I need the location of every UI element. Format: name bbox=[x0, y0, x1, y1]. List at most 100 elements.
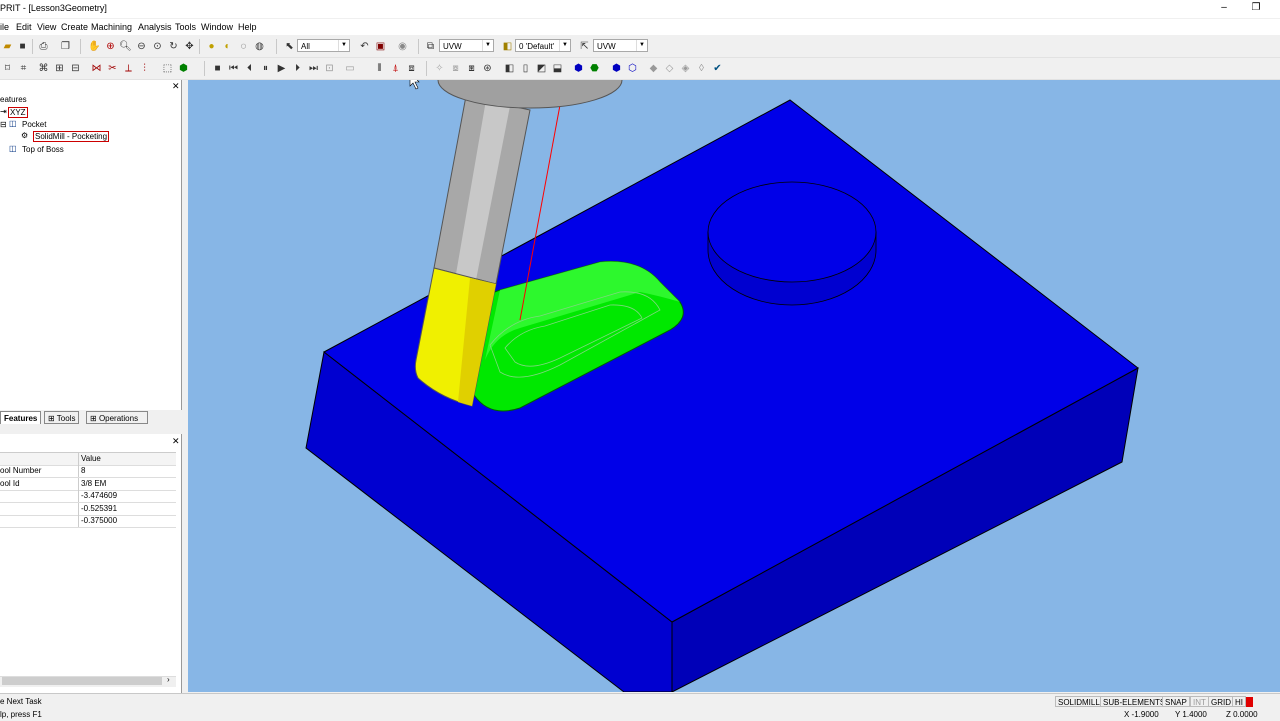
stop-icon[interactable]: ■ bbox=[210, 61, 225, 76]
surface-edit-icon[interactable]: ◇ bbox=[662, 61, 677, 76]
zoom-out-icon[interactable]: ⊖ bbox=[134, 39, 149, 54]
compare-icon[interactable]: ⧇ bbox=[448, 61, 463, 76]
menu-window[interactable]: Window bbox=[201, 22, 233, 32]
menu-view[interactable]: View bbox=[37, 22, 56, 32]
tab-tools[interactable]: ⊞ Tools bbox=[44, 411, 80, 424]
layer-select[interactable]: 0 'Default' ▼ bbox=[515, 39, 571, 52]
fast-forward-icon[interactable]: ⏭ bbox=[306, 61, 321, 76]
status-pane-int[interactable]: INT bbox=[1190, 696, 1209, 707]
menu-file[interactable]: ile bbox=[0, 22, 9, 32]
coordinate-system-select[interactable]: UVW ▼ bbox=[593, 39, 648, 52]
surface-extend-icon[interactable]: ◊ bbox=[694, 61, 709, 76]
collision-icon[interactable]: ⊛ bbox=[480, 61, 495, 76]
intersect-icon[interactable]: ⋈ bbox=[89, 61, 104, 76]
move-icon[interactable]: ✥ bbox=[182, 39, 197, 54]
tree-item-pocket[interactable]: Pocket bbox=[22, 120, 46, 129]
table-row[interactable]: -0.375000 bbox=[0, 515, 176, 528]
step-forward-icon[interactable]: ⏵ bbox=[290, 61, 305, 76]
step-back-icon[interactable]: ⏴ bbox=[242, 61, 257, 76]
extend-icon[interactable]: ⟂ bbox=[121, 61, 136, 76]
solid-union-icon[interactable]: ⬢ bbox=[609, 61, 624, 76]
selection-filter-select[interactable]: All ▼ bbox=[297, 39, 350, 52]
tree-item-boss[interactable]: Top of Boss bbox=[22, 145, 64, 154]
surface-icon[interactable]: ◆ bbox=[646, 61, 661, 76]
gouge-icon[interactable]: ⧆ bbox=[464, 61, 479, 76]
tab-operations[interactable]: ⊞ Operations bbox=[86, 411, 148, 424]
pause-icon[interactable]: ⏸ bbox=[258, 61, 273, 76]
feature-chain-icon[interactable]: ⌗ bbox=[16, 61, 31, 76]
sim-options-icon[interactable]: ⧈ bbox=[404, 61, 419, 76]
scrollbar-thumb[interactable] bbox=[2, 677, 162, 685]
workplane-select[interactable]: UVW ▼ bbox=[439, 39, 494, 52]
simulation-icon[interactable]: ⬢ bbox=[176, 61, 191, 76]
verify-icon[interactable]: ✧ bbox=[432, 61, 447, 76]
status-pane-grid[interactable]: GRID bbox=[1208, 696, 1234, 707]
feature-edit-icon[interactable]: ⌘ bbox=[36, 61, 51, 76]
surface-check-icon[interactable]: ✔ bbox=[710, 61, 725, 76]
select-arrow-icon[interactable]: ⬉ bbox=[282, 39, 297, 54]
workplane-icon[interactable]: ⧉ bbox=[423, 39, 438, 54]
tree-item-operation[interactable]: SolidMill - Pocketing bbox=[33, 131, 110, 142]
save-icon[interactable]: ■ bbox=[15, 39, 30, 54]
feature-copy-icon[interactable]: ⊞ bbox=[52, 61, 67, 76]
chevron-right-icon[interactable]: › bbox=[167, 675, 170, 684]
menu-analysis[interactable]: Analysis bbox=[138, 22, 172, 32]
minimize-button[interactable]: – bbox=[1216, 1, 1232, 15]
rotate-icon[interactable]: ↻ bbox=[166, 39, 181, 54]
view-side-icon[interactable]: ▯ bbox=[518, 61, 533, 76]
graphics-viewport[interactable] bbox=[188, 80, 1280, 692]
zoom-window-icon[interactable]: ⊕ bbox=[103, 39, 118, 54]
slider-icon[interactable]: ▭ bbox=[338, 61, 362, 76]
trim-icon[interactable]: ✂ bbox=[105, 61, 120, 76]
restore-button[interactable]: ❐ bbox=[1248, 1, 1264, 15]
view-front-icon[interactable]: ◧ bbox=[502, 61, 517, 76]
status-pane-hi[interactable]: HI bbox=[1232, 696, 1246, 707]
print-icon[interactable]: ⎙ bbox=[36, 39, 51, 54]
status-pane-mode[interactable]: SOLIDMILL bbox=[1055, 696, 1103, 707]
sim-settings-icon[interactable]: ⊡ bbox=[322, 61, 337, 76]
view-iso-icon[interactable]: ⬓ bbox=[550, 61, 565, 76]
tree-item-xyz[interactable]: XYZ bbox=[8, 107, 28, 118]
horizontal-scrollbar[interactable]: › bbox=[0, 675, 176, 687]
zoom-in-icon[interactable]: 🔍︎ bbox=[118, 39, 133, 54]
shade-icon[interactable]: ● bbox=[204, 39, 219, 54]
menu-machining[interactable]: Machining bbox=[91, 22, 132, 32]
solid-subtract-icon[interactable]: ⬡ bbox=[625, 61, 640, 76]
status-pane-subelements[interactable]: SUB-ELEMENTS bbox=[1100, 696, 1169, 707]
shade-edges-icon[interactable]: ◐ bbox=[220, 39, 235, 54]
menu-create[interactable]: Create bbox=[61, 22, 88, 32]
layer-icon[interactable]: ◧ bbox=[500, 39, 515, 54]
toolpath-icon[interactable]: ⍋ bbox=[388, 61, 403, 76]
table-row[interactable]: ool Number 8 bbox=[0, 465, 176, 478]
wireframe-icon[interactable]: ◌ bbox=[236, 39, 251, 54]
record-icon[interactable]: ◉ bbox=[395, 39, 410, 54]
open-icon[interactable]: ▰ bbox=[0, 39, 15, 54]
surface-trim-icon[interactable]: ◈ bbox=[678, 61, 693, 76]
tool-display-icon[interactable]: ⫴ bbox=[372, 61, 387, 76]
table-row[interactable]: -3.474609 bbox=[0, 490, 176, 503]
paste-icon[interactable]: ▣ bbox=[373, 39, 388, 54]
tab-features[interactable]: Features bbox=[0, 411, 42, 424]
view-top-icon[interactable]: ◩ bbox=[534, 61, 549, 76]
menu-edit[interactable]: Edit bbox=[16, 22, 32, 32]
hidden-line-icon[interactable]: ◍ bbox=[252, 39, 267, 54]
pan-icon[interactable]: ✋ bbox=[87, 39, 102, 54]
play-icon[interactable]: ▶ bbox=[274, 61, 289, 76]
menu-help[interactable]: Help bbox=[238, 22, 257, 32]
feature-icon[interactable]: ⌑ bbox=[0, 61, 15, 76]
undo-icon[interactable]: ↶ bbox=[357, 39, 372, 54]
menu-tools[interactable]: Tools bbox=[175, 22, 196, 32]
status-pane-snap[interactable]: SNAP bbox=[1162, 696, 1190, 707]
zoom-fit-icon[interactable]: ⊙ bbox=[150, 39, 165, 54]
stock-icon[interactable]: ⬚ bbox=[160, 61, 175, 76]
solid-green-icon[interactable]: ⬣ bbox=[587, 61, 602, 76]
solid-icon[interactable]: ⬢ bbox=[571, 61, 586, 76]
feature-move-icon[interactable]: ⊟ bbox=[68, 61, 83, 76]
split-icon[interactable]: ⫶ bbox=[137, 61, 152, 76]
close-icon[interactable]: ✕ bbox=[172, 436, 180, 447]
rewind-icon[interactable]: ⏮ bbox=[226, 61, 241, 76]
expand-icon[interactable]: ⊟ bbox=[0, 120, 7, 129]
close-icon[interactable]: ✕ bbox=[172, 81, 180, 92]
copy-icon[interactable]: ❐ bbox=[58, 39, 73, 54]
coordinate-icon[interactable]: ⇱ bbox=[577, 39, 592, 54]
